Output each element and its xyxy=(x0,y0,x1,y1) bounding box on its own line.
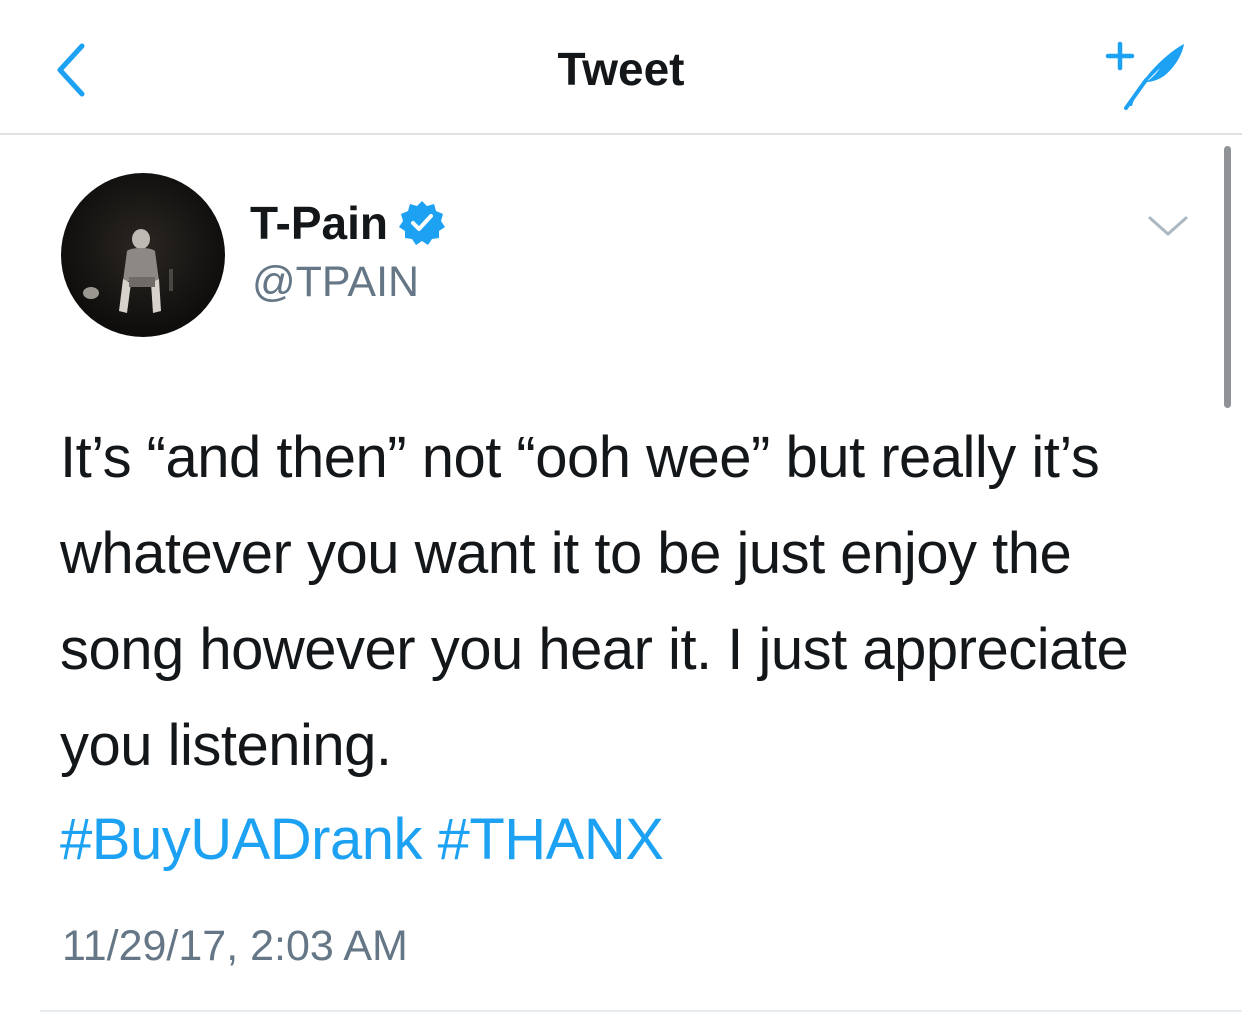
tweet-text: It’s “and then” not “ooh wee” but really… xyxy=(60,425,1129,778)
tweet-hashtags: #BuyUADrank #THANX xyxy=(60,792,664,888)
divider xyxy=(40,1010,1242,1012)
page-title: Tweet xyxy=(557,43,685,95)
chevron-left-icon xyxy=(57,43,85,97)
tweet-menu-button[interactable] xyxy=(1142,208,1194,244)
compose-tweet-button[interactable] xyxy=(1102,34,1192,110)
profile-photo-image xyxy=(61,173,225,337)
hashtag-link[interactable]: #THANX xyxy=(438,807,664,872)
navigation-bar: Tweet xyxy=(0,0,1242,135)
tweet-timestamp: 11/29/17, 2:03 AM xyxy=(62,922,408,970)
verified-badge-icon xyxy=(399,201,446,245)
scrollbar-thumb[interactable] xyxy=(1224,146,1231,408)
author-name[interactable]: T-Pain xyxy=(250,196,446,250)
chevron-down-icon xyxy=(1148,216,1188,236)
author-handle[interactable]: @TPAIN xyxy=(252,258,419,307)
tweet-detail-screen: Tweet T-Pain @TPAIN It’s “and then” not … xyxy=(0,0,1242,1017)
author-name-label: T-Pain xyxy=(250,197,389,249)
avatar[interactable] xyxy=(61,173,225,337)
compose-tweet-icon xyxy=(1105,41,1184,110)
back-button[interactable] xyxy=(44,38,104,102)
hashtag-link[interactable]: #BuyUADrank xyxy=(60,807,422,872)
